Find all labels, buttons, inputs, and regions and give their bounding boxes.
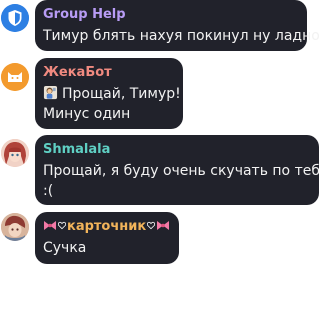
- sender-name-text: карточник: [67, 219, 147, 234]
- message-line: Прощай, я буду очень скучать по тебе: [43, 163, 320, 179]
- kartochnik-avatar[interactable]: [1, 213, 29, 241]
- sender-name[interactable]: карточник: [43, 219, 170, 235]
- anime-character-avatar: [1, 213, 29, 241]
- message-text: Тимур блять нахуя покинул ну ладно: [43, 26, 320, 46]
- message-text: Прощай, Тимур! Минус один: [43, 84, 181, 124]
- white-heart-emoji: [147, 221, 156, 230]
- message-bubble[interactable]: Group Help Тимур блять нахуя покинул ну …: [35, 0, 320, 51]
- anime-girl-avatar: [1, 139, 29, 167]
- person-bowing-emoji: [43, 85, 58, 100]
- group-help-avatar[interactable]: [1, 4, 29, 32]
- message-line: :(: [43, 183, 54, 199]
- cat-face-icon: [1, 63, 29, 91]
- pink-bow-emoji: [44, 221, 56, 230]
- message-line-with-emoji: Прощай, Тимур!: [43, 84, 181, 104]
- message-line: Тимур блять нахуя покинул ну ладно: [43, 28, 320, 44]
- message-bubble[interactable]: Shmalala Прощай, я буду очень скучать по…: [35, 135, 320, 205]
- pink-bow-emoji: [157, 221, 170, 230]
- white-heart-emoji: [58, 221, 66, 230]
- message-text: Прощай, я буду очень скучать по тебе :(: [43, 161, 320, 201]
- message-line: Прощай, Тимур!: [62, 86, 181, 102]
- sender-name[interactable]: ЖекаБот: [43, 65, 174, 81]
- message-bubble[interactable]: карточник Сучка: [35, 212, 179, 264]
- shield-icon: [1, 4, 29, 32]
- message-bubble[interactable]: ЖекаБот Прощай, Тимур! Минус один: [35, 58, 183, 129]
- shmalala-avatar[interactable]: [1, 139, 29, 167]
- sender-name[interactable]: Group Help: [43, 7, 298, 23]
- message-text: Сучка: [43, 238, 170, 258]
- message-line: Минус один: [43, 106, 131, 122]
- sender-name[interactable]: Shmalala: [43, 142, 310, 158]
- zhekabot-avatar[interactable]: [1, 63, 29, 91]
- message-line: Сучка: [43, 240, 87, 256]
